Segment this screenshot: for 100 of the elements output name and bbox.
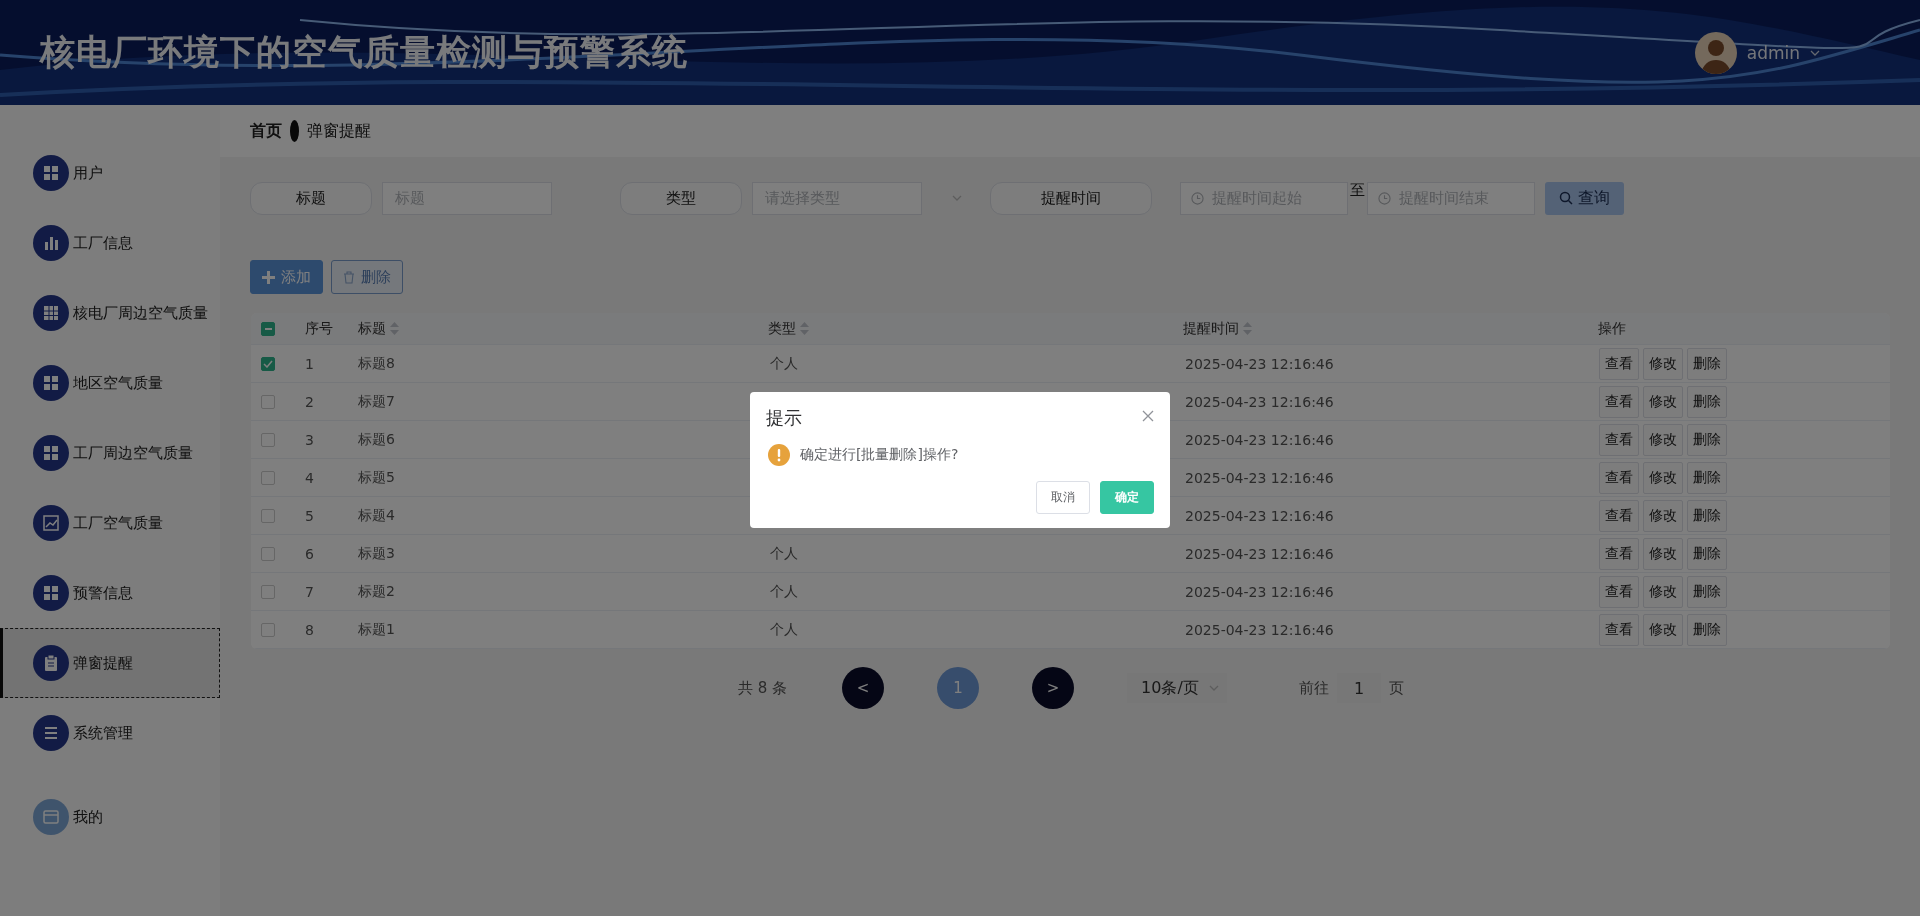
row-action-button[interactable]: 查看 xyxy=(1599,537,1639,570)
row-checkbox[interactable] xyxy=(261,432,275,447)
row-action-button[interactable]: 删除 xyxy=(1687,575,1727,608)
column-header[interactable]: 提醒时间 xyxy=(1175,319,1590,338)
breadcrumb-link[interactable]: 弹窗提醒 xyxy=(307,120,371,142)
search-icon xyxy=(1559,191,1573,205)
warning-icon xyxy=(768,444,790,466)
table-cell-text: 5 xyxy=(304,507,315,524)
table-cell-text: 2025-04-23 12:16:46 xyxy=(1184,545,1335,562)
row-action-button[interactable]: 查看 xyxy=(1599,385,1639,418)
page-label: 页 xyxy=(1389,678,1405,698)
row-action-button[interactable]: 修改 xyxy=(1643,423,1683,456)
row-action-button[interactable]: 修改 xyxy=(1643,461,1683,494)
table-cell-text: 1 xyxy=(304,355,315,372)
total-count: 共 8 条 xyxy=(738,678,788,698)
menu-item[interactable]: 系统管理 xyxy=(0,698,220,768)
table-icon xyxy=(33,295,69,331)
row-checkbox[interactable] xyxy=(261,546,275,561)
sort-icon[interactable] xyxy=(800,322,809,335)
list-icon xyxy=(33,715,69,751)
table-cell-text: 2025-04-23 12:16:46 xyxy=(1184,393,1335,410)
field-label: 标题 xyxy=(250,181,372,215)
menu-item[interactable]: 工厂信息 xyxy=(0,208,220,278)
row-action-button[interactable]: 查看 xyxy=(1599,461,1639,494)
table-cell-text: 标题2 xyxy=(357,582,396,601)
delete-button[interactable]: 删除 xyxy=(331,260,403,294)
row-action-button[interactable]: 查看 xyxy=(1599,613,1639,646)
grid-icon xyxy=(33,435,69,471)
table-cell-text: 标题3 xyxy=(357,544,396,563)
clock-icon xyxy=(1191,191,1204,205)
table-cell-text: 标题7 xyxy=(357,392,396,411)
grid-icon xyxy=(33,575,69,611)
table-cell-text: 标题8 xyxy=(357,354,396,373)
row-checkbox[interactable] xyxy=(261,356,275,371)
cancel-button[interactable]: 取消 xyxy=(1036,481,1090,514)
row-action-button[interactable]: 删除 xyxy=(1687,385,1727,418)
jump-label: 前往 xyxy=(1299,678,1330,698)
row-action-button[interactable]: 删除 xyxy=(1687,347,1727,380)
app-title: 核电厂环境下的空气质量检测与预警系统 xyxy=(40,31,688,74)
caret-icon xyxy=(1810,49,1820,56)
row-action-button[interactable]: 删除 xyxy=(1687,461,1727,494)
table-cell-text: 个人 xyxy=(769,544,799,563)
menu-item[interactable]: 预警信息 xyxy=(0,558,220,628)
row-action-button[interactable]: 修改 xyxy=(1643,575,1683,608)
range-separator: 至 xyxy=(1350,181,1365,200)
plus-icon xyxy=(262,270,275,284)
row-action-button[interactable]: 查看 xyxy=(1599,575,1639,608)
column-header[interactable]: 标题 xyxy=(350,319,760,338)
line-chart-icon xyxy=(33,505,69,541)
clipboard-icon xyxy=(33,645,69,681)
menu-item[interactable]: 地区空气质量 xyxy=(0,348,220,418)
row-action-button[interactable]: 修改 xyxy=(1643,385,1683,418)
menu-item[interactable]: 弹窗提醒 xyxy=(0,628,220,698)
row-action-button[interactable]: 修改 xyxy=(1643,347,1683,380)
row-checkbox[interactable] xyxy=(261,394,275,409)
table-cell-text: 2025-04-23 12:16:46 xyxy=(1184,431,1335,448)
table-cell-text: 3 xyxy=(304,431,315,448)
search-button[interactable]: 查询 xyxy=(1545,181,1624,215)
close-icon[interactable] xyxy=(1142,410,1154,422)
user-name[interactable]: admin xyxy=(1746,42,1800,63)
separator-icon xyxy=(290,120,299,142)
column-header: 操作 xyxy=(1597,319,1627,338)
row-action-button[interactable]: 修改 xyxy=(1643,499,1683,532)
row-action-button[interactable]: 修改 xyxy=(1643,613,1683,646)
row-action-button[interactable]: 修改 xyxy=(1643,537,1683,570)
table-cell-text: 4 xyxy=(304,469,315,486)
row-action-button[interactable]: 删除 xyxy=(1687,537,1727,570)
row-checkbox[interactable] xyxy=(261,584,275,599)
menu-item[interactable]: 工厂周边空气质量 xyxy=(0,418,220,488)
menu-item[interactable]: 工厂空气质量 xyxy=(0,488,220,558)
sort-icon[interactable] xyxy=(1243,322,1252,335)
row-checkbox[interactable] xyxy=(261,508,275,523)
trash-icon xyxy=(343,270,355,284)
menu-item[interactable]: 我的 xyxy=(0,782,220,852)
table-cell-text: 标题1 xyxy=(357,620,396,639)
row-action-button[interactable]: 查看 xyxy=(1599,347,1639,380)
column-header[interactable]: 类型 xyxy=(760,319,1175,338)
row-action-button[interactable]: 查看 xyxy=(1599,423,1639,456)
row-checkbox[interactable] xyxy=(261,622,275,637)
table-cell-text: 2025-04-23 12:16:46 xyxy=(1184,355,1335,372)
row-action-button[interactable]: 删除 xyxy=(1687,423,1727,456)
row-action-button[interactable]: 查看 xyxy=(1599,499,1639,532)
table-cell-text: 2025-04-23 12:16:46 xyxy=(1184,583,1335,600)
table-cell-text: 2 xyxy=(304,393,315,410)
row-action-button[interactable]: 删除 xyxy=(1687,613,1727,646)
caret-icon xyxy=(1209,685,1220,691)
row-action-button[interactable]: 删除 xyxy=(1687,499,1727,532)
menu-item[interactable]: 用户 xyxy=(0,138,220,208)
row-checkbox[interactable] xyxy=(261,470,275,485)
prev-page-button[interactable]: < xyxy=(842,667,885,709)
menu-item[interactable]: 核电厂周边空气质量 xyxy=(0,278,220,348)
table-cell-text: 标题5 xyxy=(357,468,396,487)
table-cell-text: 个人 xyxy=(769,620,799,639)
column-header: 序号 xyxy=(304,319,334,338)
table-cell-text: 标题6 xyxy=(357,430,396,449)
table-cell-text: 2025-04-23 12:16:46 xyxy=(1184,507,1335,524)
next-page-button[interactable]: > xyxy=(1032,667,1075,709)
sort-icon[interactable] xyxy=(390,322,399,335)
breadcrumb-link[interactable]: 首页 xyxy=(250,120,282,142)
select-all-checkbox[interactable] xyxy=(261,321,275,336)
